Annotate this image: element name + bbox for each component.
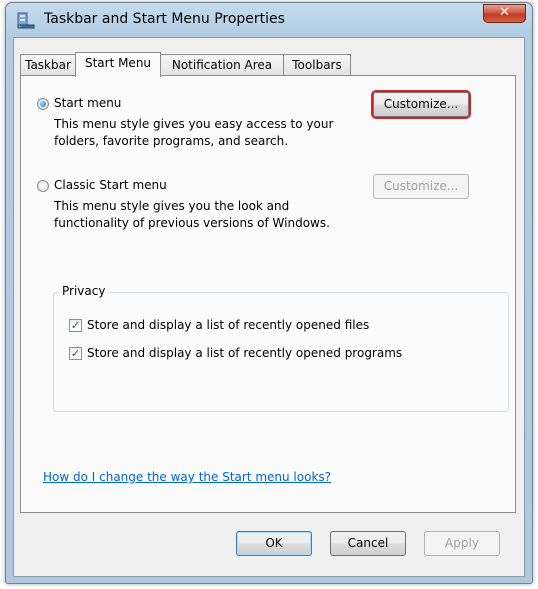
start-menu-description-line1: This menu style gives you easy access to… xyxy=(54,117,334,131)
cancel-button[interactable]: Cancel xyxy=(330,531,406,556)
window-title: Taskbar and Start Menu Properties xyxy=(44,11,285,27)
close-icon: ✕ xyxy=(499,5,510,20)
title-bar[interactable]: Taskbar and Start Menu Properties ✕ xyxy=(6,3,532,37)
start-menu-customize-button[interactable]: Customize... xyxy=(373,92,469,117)
taskbar-properties-icon xyxy=(17,12,35,29)
close-button[interactable]: ✕ xyxy=(483,4,526,23)
classic-menu-description-line2: functionality of previous versions of Wi… xyxy=(54,216,330,230)
classic-menu-description-line1: This menu style gives you the look and xyxy=(54,199,290,213)
recent-programs-checkbox[interactable]: ✓ xyxy=(69,347,82,360)
recent-programs-label[interactable]: Store and display a list of recently ope… xyxy=(87,346,402,360)
tab-notification-area[interactable]: Notification Area xyxy=(160,54,284,76)
ok-button[interactable]: OK xyxy=(236,531,312,556)
start-menu-label[interactable]: Start menu xyxy=(54,96,121,110)
start-menu-tab-panel: Start menu This menu style gives you eas… xyxy=(20,75,516,513)
radio-selected-dot xyxy=(40,101,46,107)
classic-menu-customize-button: Customize... xyxy=(373,174,469,199)
tab-toolbars[interactable]: Toolbars xyxy=(283,54,351,76)
start-menu-radio[interactable] xyxy=(37,98,49,110)
tab-start-menu[interactable]: Start Menu xyxy=(75,52,161,77)
classic-start-menu-label[interactable]: Classic Start menu xyxy=(54,178,167,192)
recent-files-label[interactable]: Store and display a list of recently ope… xyxy=(87,318,369,332)
start-menu-description-line2: folders, favorite programs, and search. xyxy=(54,134,289,148)
tab-taskbar[interactable]: Taskbar xyxy=(20,54,76,76)
help-link[interactable]: How do I change the way the Start menu l… xyxy=(43,470,331,484)
classic-start-menu-radio[interactable] xyxy=(37,180,49,192)
privacy-group-title: Privacy xyxy=(59,284,109,298)
dialog-client-area: Taskbar Start Menu Notification Area Too… xyxy=(13,37,525,577)
properties-window: Taskbar and Start Menu Properties ✕ Task… xyxy=(5,2,533,584)
recent-files-checkbox[interactable]: ✓ xyxy=(69,319,82,332)
apply-button: Apply xyxy=(424,531,500,556)
